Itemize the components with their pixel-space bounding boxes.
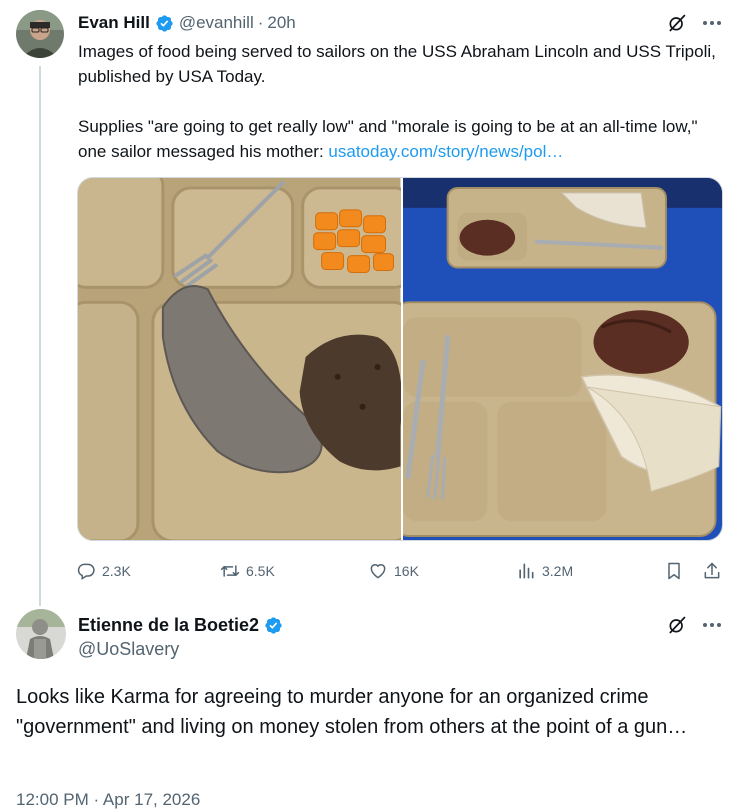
retweet-button[interactable]: 6.5K (220, 557, 275, 585)
views-count: 3.2M (542, 563, 574, 579)
tweet-actions: 2.3K 6.5K 16K 3.2M (76, 557, 726, 585)
thread-connector-line (39, 66, 41, 606)
like-button[interactable]: 16K (368, 557, 419, 585)
reply-count: 2.3K (102, 563, 131, 579)
separator-dot: · (257, 13, 264, 32)
reply-icon (77, 563, 95, 580)
grok-icon[interactable] (667, 615, 687, 635)
reply-header: Etienne de la Boetie2 (78, 613, 723, 637)
reply-timestamp[interactable]: 12:00 PM · Apr 17, 2026 (16, 790, 200, 810)
tweet-media[interactable] (77, 177, 723, 541)
tweet-time[interactable]: 20h (267, 13, 295, 33)
reply-author-handle[interactable]: @UoSlavery (78, 639, 179, 660)
reply-button[interactable]: 2.3K (76, 557, 131, 585)
tweet-header: Evan Hill @evanhill · 20h (78, 12, 723, 34)
reply-author-avatar[interactable] (16, 609, 66, 659)
food-tray-photo-right[interactable] (400, 178, 723, 540)
retweet-count: 6.5K (246, 563, 275, 579)
share-button[interactable] (702, 557, 722, 585)
tweet-text-paragraph-1: Images of food being served to sailors o… (78, 42, 716, 86)
food-tray-photo-left[interactable] (78, 178, 401, 540)
like-icon (370, 564, 386, 579)
reply-text: Looks like Karma for agreeing to murder … (16, 686, 688, 738)
bookmark-button[interactable] (664, 557, 684, 585)
author-name[interactable]: Evan Hill (78, 13, 150, 33)
reply-author-name[interactable]: Etienne de la Boetie2 (78, 615, 259, 636)
article-link[interactable]: usatoday.com/story/news/pol… (328, 142, 563, 161)
tweet-text: Images of food being served to sailors o… (78, 39, 723, 164)
author-avatar[interactable] (16, 10, 64, 58)
verified-badge-icon (265, 616, 282, 634)
retweet-icon (220, 565, 240, 577)
like-count: 16K (394, 563, 419, 579)
grok-icon[interactable] (667, 13, 687, 33)
tweet-text-paragraph-2: Supplies "are going to get really low" a… (78, 114, 723, 164)
share-icon (704, 562, 720, 579)
author-handle[interactable]: @evanhill (179, 13, 254, 33)
views-button[interactable]: 3.2M (516, 557, 573, 585)
bookmark-icon (668, 562, 680, 580)
more-options-icon[interactable] (701, 13, 723, 33)
views-icon (519, 563, 534, 579)
verified-badge-icon (156, 14, 173, 32)
more-options-icon[interactable] (701, 615, 723, 635)
